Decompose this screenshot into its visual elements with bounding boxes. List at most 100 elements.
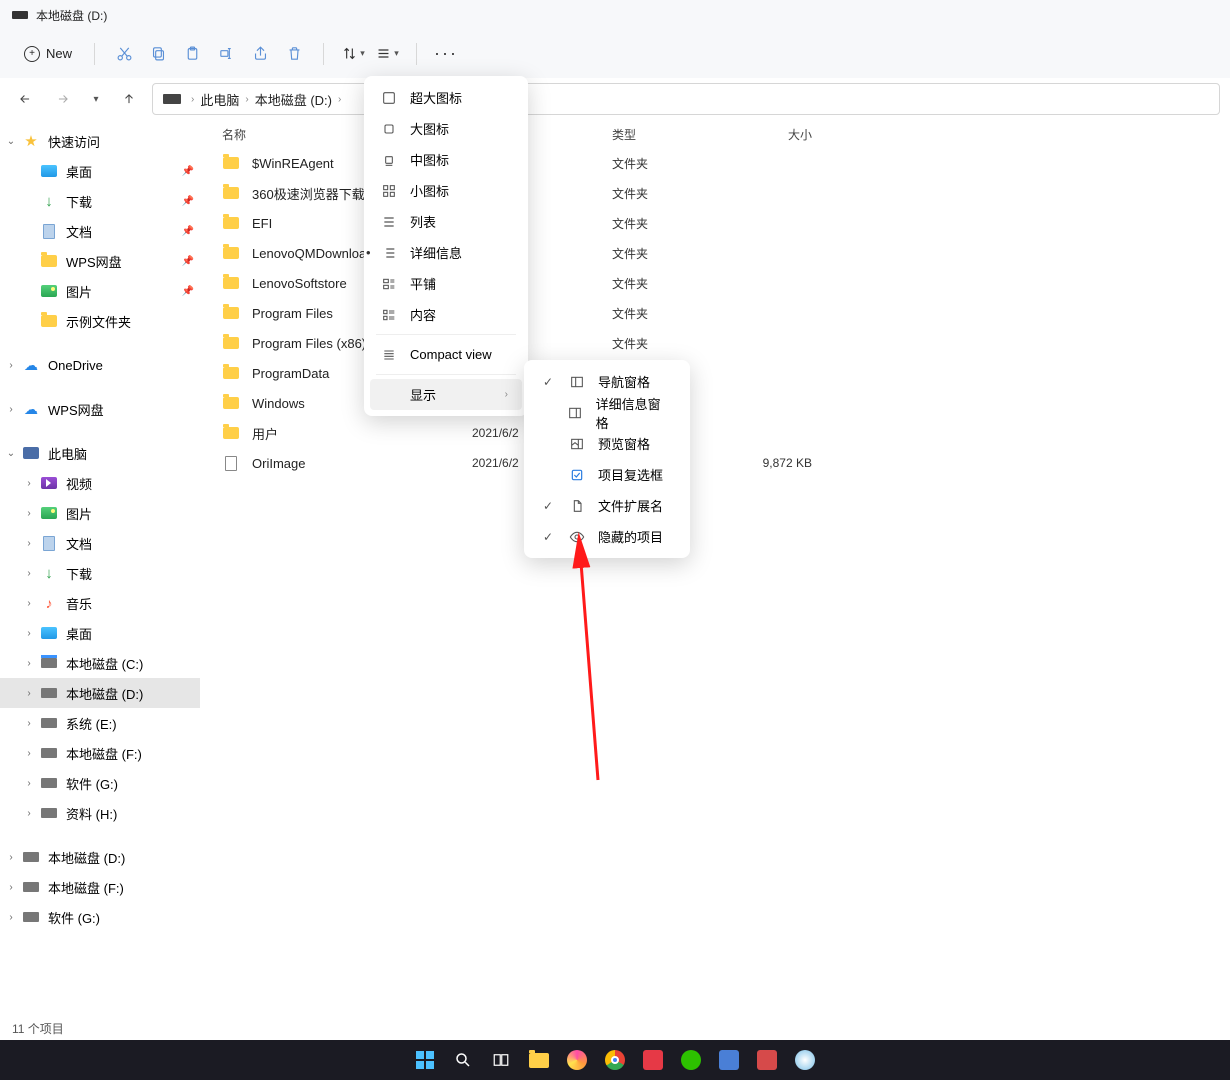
menu-item[interactable]: 超大图标	[370, 82, 522, 113]
sidebar-wps[interactable]: › ☁ WPS网盘	[0, 394, 200, 424]
sidebar-item-label: 文档	[66, 534, 92, 553]
file-row[interactable]: LenovoSoftstore6 23:31文件夹	[200, 268, 1230, 298]
file-row[interactable]: 用户2021/6/2	[200, 418, 1230, 448]
sidebar-item[interactable]: ›图片	[0, 498, 200, 528]
app-icon-2[interactable]	[638, 1045, 668, 1075]
address-bar[interactable]: › 此电脑 › 本地磁盘 (D:) ›	[152, 83, 1220, 115]
sidebar-item[interactable]: ›本地磁盘 (D:)	[0, 678, 200, 708]
chrome-icon[interactable]	[600, 1045, 630, 1075]
sidebar-item[interactable]: ›↓下载	[0, 558, 200, 588]
up-button[interactable]	[114, 84, 144, 114]
file-name: LenovoQMDownload	[252, 246, 373, 261]
file-row[interactable]: Windows2021/4/7	[200, 388, 1230, 418]
back-button[interactable]	[10, 84, 40, 114]
menu-item[interactable]: 小图标	[370, 175, 522, 206]
file-row[interactable]: LenovoQMDownload6 19:40文件夹	[200, 238, 1230, 268]
menu-item[interactable]: ✓文件扩展名	[530, 490, 684, 521]
forward-button[interactable]	[48, 84, 78, 114]
sidebar-quick-access[interactable]: ⌄ ★ 快速访问	[0, 126, 200, 156]
folder-icon	[222, 214, 240, 232]
file-row[interactable]: EFI6 17:18文件夹	[200, 208, 1230, 238]
sidebar-onedrive[interactable]: › ☁ OneDrive	[0, 350, 200, 380]
sidebar-item[interactable]: WPS网盘 📌	[0, 246, 200, 276]
menu-compact-view[interactable]: Compact view	[370, 339, 522, 370]
app-icon-1[interactable]	[562, 1045, 592, 1075]
drive-icon	[40, 714, 58, 732]
sidebar-item[interactable]: 桌面📌	[0, 156, 200, 186]
file-row[interactable]: 360极速浏览器下载3 17:26文件夹	[200, 178, 1230, 208]
sidebar-item-label: 软件 (G:)	[66, 774, 118, 793]
breadcrumb-root[interactable]: 此电脑	[200, 90, 239, 109]
app-icon-5[interactable]	[790, 1045, 820, 1075]
sidebar-item[interactable]: ›资料 (H:)	[0, 798, 200, 828]
start-button[interactable]	[410, 1045, 440, 1075]
menu-item[interactable]: ✓导航窗格	[530, 366, 684, 397]
sidebar-this-pc[interactable]: ⌄ 此电脑	[0, 438, 200, 468]
sidebar-item[interactable]: 文档📌	[0, 216, 200, 246]
col-size[interactable]: 大小	[722, 126, 812, 143]
explorer-taskbar-icon[interactable]	[524, 1045, 554, 1075]
view-icon	[380, 121, 398, 137]
sidebar-item[interactable]: ›软件 (G:)	[0, 902, 200, 932]
sidebar-item[interactable]: 示例文件夹	[0, 306, 200, 336]
menu-item[interactable]: 平铺	[370, 268, 522, 299]
sidebar-item[interactable]: ›本地磁盘 (F:)	[0, 872, 200, 902]
menu-label: 文件扩展名	[598, 496, 663, 515]
drive-icon	[12, 11, 28, 19]
menu-show[interactable]: 显示 ›	[370, 379, 522, 410]
app-icon-4[interactable]	[752, 1045, 782, 1075]
delete-button[interactable]	[277, 37, 311, 71]
sidebar-item[interactable]: ›系统 (E:)	[0, 708, 200, 738]
file-row[interactable]: Program Files2:41文件夹	[200, 298, 1230, 328]
menu-item[interactable]: 项目复选框	[530, 459, 684, 490]
rename-button[interactable]	[209, 37, 243, 71]
file-icon	[222, 454, 240, 472]
share-button[interactable]	[243, 37, 277, 71]
sidebar-item-label: WPS网盘	[66, 252, 122, 271]
sidebar-item[interactable]: ↓下载📌	[0, 186, 200, 216]
breadcrumb-current[interactable]: 本地磁盘 (D:)	[255, 90, 332, 109]
sidebar-item[interactable]: ›本地磁盘 (C:)	[0, 648, 200, 678]
sidebar-item[interactable]: ›桌面	[0, 618, 200, 648]
wechat-icon[interactable]	[676, 1045, 706, 1075]
sidebar-item-label: 系统 (E:)	[66, 714, 117, 733]
menu-item[interactable]: 列表	[370, 206, 522, 237]
file-row[interactable]: ProgramData	[200, 358, 1230, 388]
cut-button[interactable]	[107, 37, 141, 71]
recent-button[interactable]: ▾	[86, 84, 106, 114]
col-type[interactable]: 类型	[612, 126, 722, 143]
drive-icon	[40, 744, 58, 762]
submenu-icon	[568, 498, 586, 514]
menu-label: 列表	[410, 212, 436, 231]
folder-icon	[40, 252, 58, 270]
menu-label: 内容	[410, 305, 436, 324]
menu-item[interactable]: 大图标	[370, 113, 522, 144]
pin-icon: 📌	[182, 256, 194, 267]
folder-icon	[222, 244, 240, 262]
task-view-button[interactable]	[486, 1045, 516, 1075]
sort-button[interactable]: ▾	[336, 37, 370, 71]
menu-item[interactable]: •详细信息	[370, 237, 522, 268]
view-icon	[380, 152, 398, 168]
file-row[interactable]: Program Files (x86)6 15:00文件夹	[200, 328, 1230, 358]
app-icon-3[interactable]	[714, 1045, 744, 1075]
file-row[interactable]: OriImage2021/6/29,872 KB	[200, 448, 1230, 478]
menu-item[interactable]: 内容	[370, 299, 522, 330]
sidebar-item[interactable]: ›视频	[0, 468, 200, 498]
file-row[interactable]: $WinREAgent2:15文件夹	[200, 148, 1230, 178]
sidebar-item[interactable]: 图片📌	[0, 276, 200, 306]
copy-button[interactable]	[141, 37, 175, 71]
menu-item[interactable]: 中图标	[370, 144, 522, 175]
more-button[interactable]: ···	[429, 37, 463, 71]
sidebar-item[interactable]: ›软件 (G:)	[0, 768, 200, 798]
new-button[interactable]: + New	[14, 42, 82, 66]
view-button[interactable]: ▾	[370, 37, 404, 71]
sidebar-item[interactable]: ›文档	[0, 528, 200, 558]
search-button[interactable]	[448, 1045, 478, 1075]
menu-item[interactable]: 预览窗格	[530, 428, 684, 459]
menu-item[interactable]: 详细信息窗格	[530, 397, 684, 428]
sidebar-item[interactable]: ›本地磁盘 (F:)	[0, 738, 200, 768]
sidebar-item[interactable]: ›本地磁盘 (D:)	[0, 842, 200, 872]
sidebar-item[interactable]: ›♪音乐	[0, 588, 200, 618]
paste-button[interactable]	[175, 37, 209, 71]
